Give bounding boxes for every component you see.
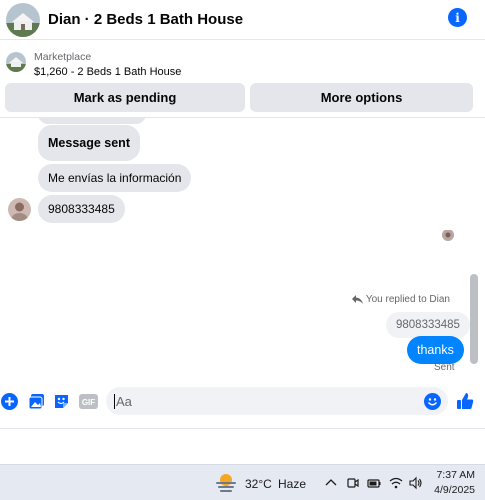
sent-status: Sent: [434, 362, 455, 373]
svg-text:GIF: GIF: [82, 398, 95, 407]
plus-circle-icon[interactable]: [1, 393, 18, 410]
message-bubble[interactable]: Message sent: [38, 125, 140, 161]
scrollbar-thumb[interactable]: [470, 274, 478, 364]
temperature-text[interactable]: 32°C: [245, 477, 272, 491]
message-bubble-partial: [38, 118, 146, 124]
conversation-title[interactable]: Dian · 2 Beds 1 Bath House: [48, 11, 243, 28]
info-icon[interactable]: i: [448, 8, 467, 27]
emoji-icon[interactable]: [424, 393, 441, 410]
conversation-header: Dian · 2 Beds 1 Bath House i: [0, 0, 485, 40]
message-bubble[interactable]: Me envías la información: [38, 164, 192, 192]
quoted-reply-bubble[interactable]: 9808333485: [386, 312, 470, 338]
mark-as-pending-button[interactable]: Mark as pending: [5, 83, 245, 112]
sticker-icon[interactable]: [53, 393, 70, 410]
replied-indicator: You replied to Dian: [351, 294, 450, 305]
message-composer: GIF: [0, 382, 485, 422]
like-icon[interactable]: [456, 392, 474, 410]
weather-condition-text[interactable]: Haze: [278, 477, 306, 491]
windows-taskbar: 32°C Haze 7:37 AM 4/9/2025: [0, 464, 485, 500]
marketplace-label: Marketplace: [34, 51, 92, 63]
chat-scrollbar[interactable]: [468, 118, 480, 380]
message-input[interactable]: [106, 387, 448, 415]
listing-thumbnail[interactable]: [6, 52, 26, 72]
more-options-button[interactable]: More options: [250, 83, 473, 112]
outgoing-message-bubble[interactable]: thanks: [407, 336, 464, 364]
message-thread: Message sent Me envías la información 98…: [0, 118, 485, 380]
speaker-icon[interactable]: [409, 476, 423, 490]
gif-icon[interactable]: GIF: [79, 393, 98, 410]
chevron-up-icon[interactable]: [324, 476, 338, 490]
wifi-icon[interactable]: [389, 476, 403, 490]
listing-title[interactable]: $1,260 - 2 Beds 1 Bath House: [34, 66, 181, 78]
read-receipt-avatar: [442, 229, 454, 241]
haze-weather-icon[interactable]: [215, 473, 237, 493]
house-avatar[interactable]: [6, 2, 40, 37]
meet-now-icon[interactable]: [346, 476, 360, 490]
sender-avatar[interactable]: [8, 198, 31, 221]
clock-time[interactable]: 7:37 AM: [436, 469, 475, 481]
text-caret: [114, 394, 115, 409]
reply-arrow-icon: [351, 295, 363, 304]
clock-date[interactable]: 4/9/2025: [434, 484, 475, 496]
photo-icon[interactable]: [28, 393, 45, 410]
message-bubble[interactable]: 9808333485: [38, 195, 125, 223]
replied-label: You replied to Dian: [365, 294, 450, 305]
battery-icon[interactable]: [367, 476, 381, 490]
divider: [0, 428, 485, 429]
